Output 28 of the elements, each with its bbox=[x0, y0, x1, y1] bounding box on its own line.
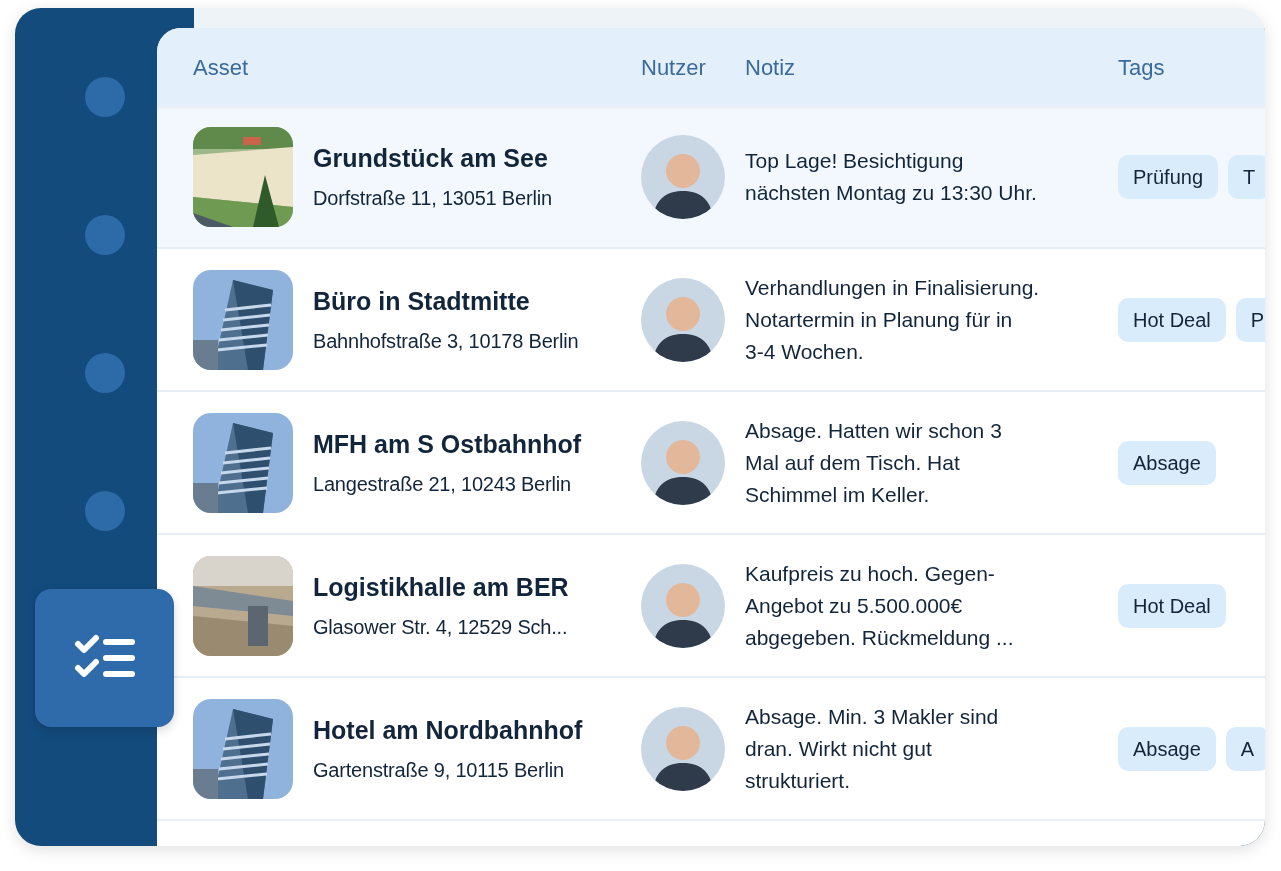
tag: P bbox=[1235, 297, 1265, 342]
tag: Absage bbox=[1118, 440, 1216, 485]
tag: Prüfung bbox=[1118, 154, 1219, 199]
tag: T bbox=[1228, 154, 1265, 199]
column-header[interactable]: Tags bbox=[1118, 54, 1165, 80]
asset-address: Gartenstraße 9, 10115 Berlin bbox=[313, 758, 565, 784]
tag: Hot Deal bbox=[1118, 583, 1226, 628]
column-header[interactable]: Notiz bbox=[745, 54, 796, 80]
tag: A bbox=[1225, 726, 1265, 771]
column-header[interactable]: Nutzer bbox=[641, 54, 706, 80]
asset-address: Dorfstraße 11, 13051 Berlin bbox=[313, 186, 552, 212]
note-text: Kaufpreis zu hoch. Gegen- Angebot zu 5.500.000€ abgegeben. Rückmeldung ... bbox=[745, 560, 1015, 651]
asset-name: MFH am S Ostbahnhof bbox=[313, 428, 582, 460]
note-text: Top Lage! Besichtigung nächsten Montag zu 13:30 Uhr. bbox=[745, 147, 1038, 206]
asset-name: Hotel am Nordbahnhof bbox=[313, 714, 583, 746]
note-text: Absage. Hatten wir schon 3 Mal auf dem Tisch. Hat Schimmel im Keller. bbox=[745, 417, 1003, 508]
asset-name: Grundstück am See bbox=[313, 142, 549, 174]
tag: Hot Deal bbox=[1118, 297, 1226, 342]
asset-address: Glasower Str. 4, 12529 Sch... bbox=[313, 615, 569, 641]
asset-address: Langestraße 21, 10243 Berlin bbox=[313, 472, 572, 498]
asset-address: Bahnhofstraße 3, 10178 Berlin bbox=[313, 329, 579, 355]
checklist-nav-item[interactable] bbox=[35, 589, 174, 727]
tag: Absage bbox=[1118, 726, 1216, 771]
note-text: Absage. Min. 3 Makler sind dran. Wirkt nicht gut strukturiert. bbox=[745, 703, 1000, 794]
note-text: Verhandlungen in Finalisierung. Notartermin in Planung für in 3-4 Wochen. bbox=[745, 274, 1041, 365]
column-header[interactable]: Asset bbox=[193, 54, 249, 80]
asset-name: Logistikhalle am BER bbox=[313, 571, 569, 603]
asset-name: Büro in Stadtmitte bbox=[313, 285, 531, 317]
